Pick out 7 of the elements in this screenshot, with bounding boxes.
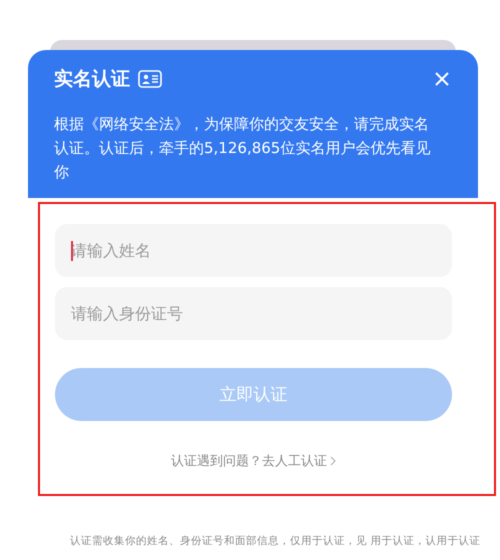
chevron-right-icon: [330, 456, 336, 466]
description-text: 根据《网络安全法》，为保障你的交友安全，请完成实名认证。认证后，牵手的5,126,865位实名用户会优先看见你: [54, 114, 432, 183]
privacy-note: 认证需收集你的姓名、身份证号和面部信息，仅用于认证，见 用于认证，认用于认证: [70, 534, 482, 548]
id-card-icon: [138, 70, 162, 88]
input-field[interactable]: 请输入身份证号: [55, 287, 452, 340]
manual-verification-link[interactable]: 认证遇到问题？去人工认证: [165, 451, 342, 471]
dialog-title: 实名认证: [54, 67, 130, 92]
